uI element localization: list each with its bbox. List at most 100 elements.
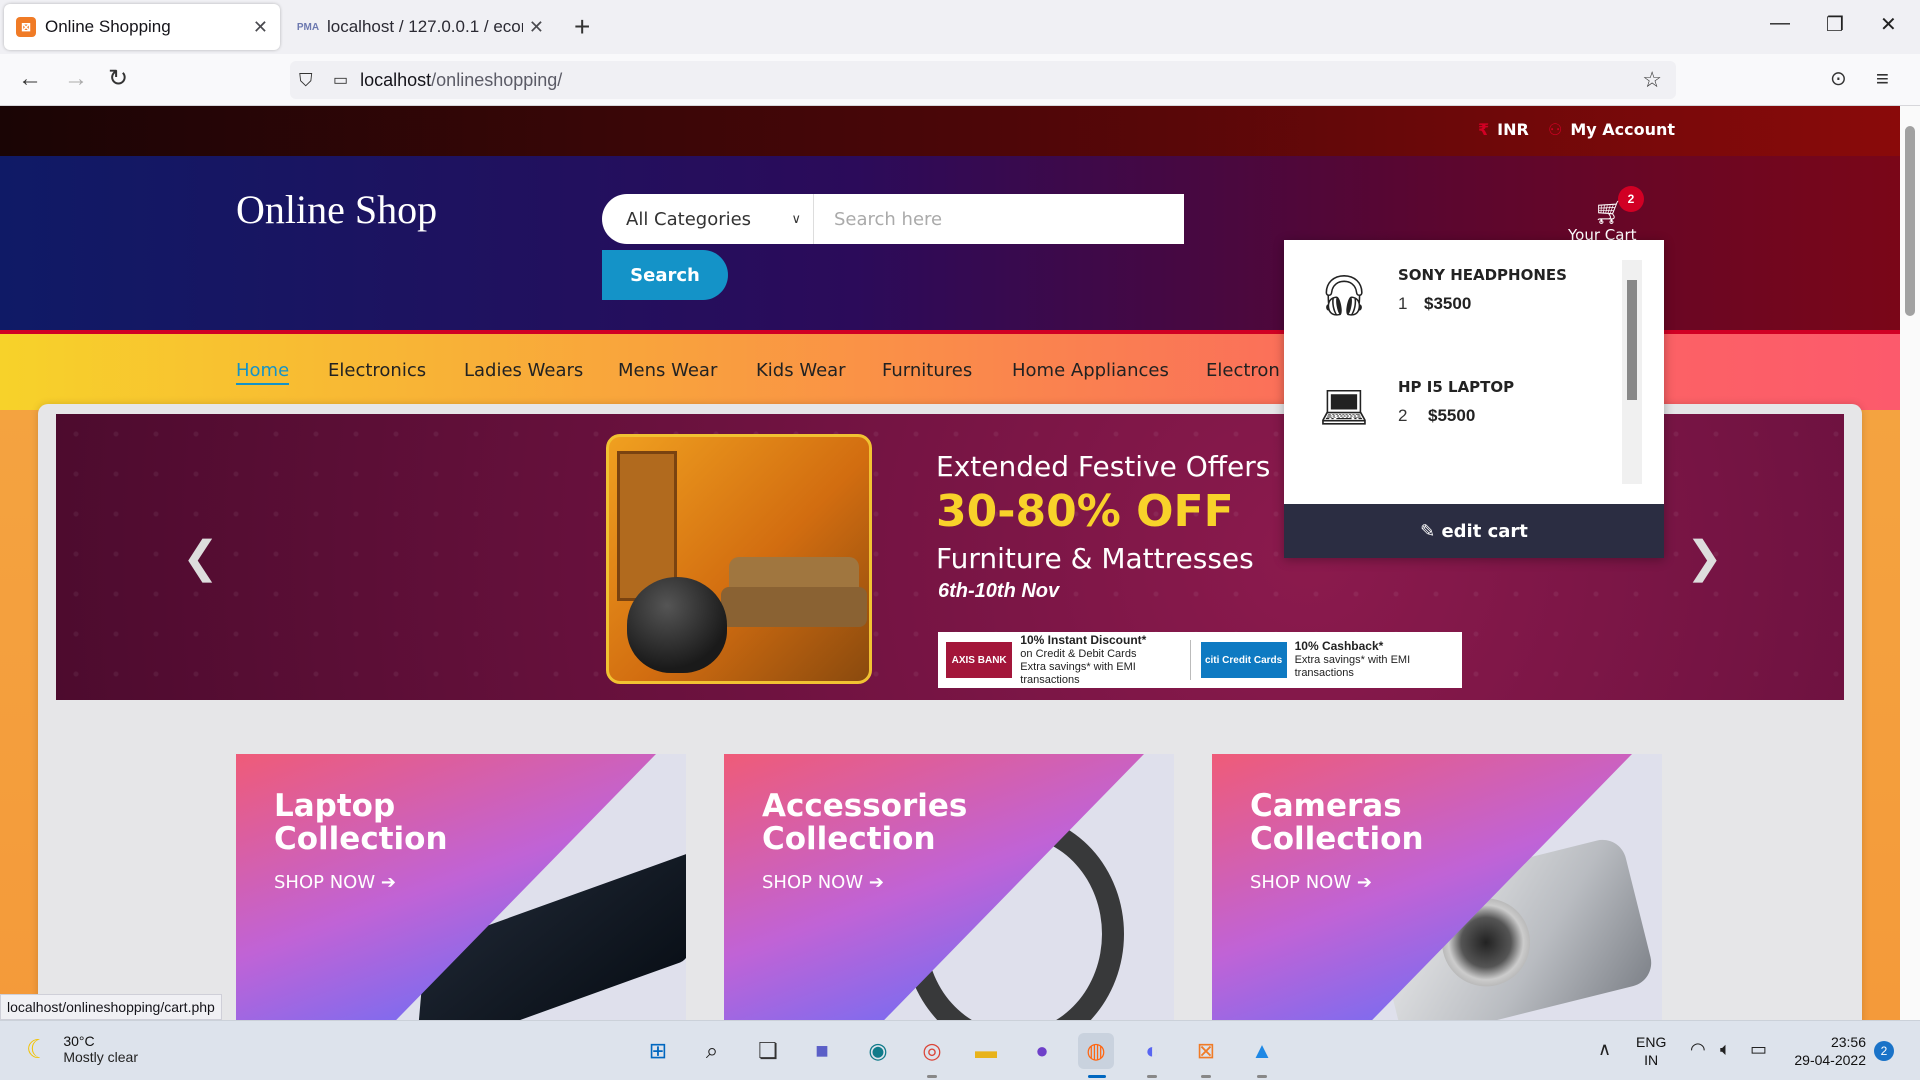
edge-icon[interactable]: ◉ — [860, 1033, 896, 1069]
currency-link[interactable]: ₹ INR — [1478, 120, 1529, 139]
category-select-value: All Categories — [626, 208, 752, 230]
cart-item[interactable]: 💻︎ HP I5 LAPTOP 2 $5500 — [1306, 372, 1626, 462]
nav-home-appliances[interactable]: Home Appliances — [1012, 360, 1169, 381]
nav-kids-wear[interactable]: Kids Wear — [756, 360, 846, 381]
sofa-seat-shape — [721, 587, 867, 627]
cameras-collection-card[interactable]: Cameras Collection SHOP NOW ➔ — [1212, 754, 1662, 1020]
close-window-icon[interactable]: ✕ — [1880, 12, 1897, 37]
shop-now-link[interactable]: SHOP NOW ➔ — [274, 872, 396, 893]
furniture-image — [606, 434, 872, 684]
offer1-text: 10% Instant Discount* on Credit & Debit … — [1020, 633, 1179, 687]
nav-mens-wear[interactable]: Mens Wear — [618, 360, 717, 381]
banner-discount: 30-80% OFF — [936, 486, 1234, 537]
cart-item-name[interactable]: SONY HEADPHONES — [1398, 266, 1567, 284]
bookmark-star-icon[interactable]: ☆ — [1642, 67, 1662, 93]
cart-scrollbar[interactable] — [1622, 260, 1642, 484]
wifi-icon[interactable]: ◠ — [1690, 1039, 1706, 1060]
new-tab-button[interactable]: + — [574, 10, 590, 44]
forward-icon[interactable]: → — [64, 65, 88, 93]
reload-icon[interactable]: ↻ — [108, 65, 128, 93]
running-indicator — [1201, 1075, 1211, 1078]
cart-scroll-thumb[interactable] — [1627, 280, 1637, 400]
phpmyadmin-icon: PMA — [296, 21, 320, 33]
rupee-icon: ₹ — [1478, 120, 1490, 139]
category-select[interactable]: All Categories ∨ — [602, 194, 814, 244]
github-icon[interactable]: ● — [1024, 1033, 1060, 1069]
running-indicator — [927, 1075, 937, 1078]
language-indicator[interactable]: ENG IN — [1636, 1033, 1666, 1069]
currency-label: INR — [1497, 120, 1529, 139]
arrow-circle-right-icon: ➔ — [1356, 872, 1372, 893]
cart-item-qty: 2 — [1398, 406, 1408, 425]
task-view-icon[interactable]: ❏ — [750, 1033, 786, 1069]
search-input[interactable]: Search here — [814, 194, 1184, 244]
windows-taskbar: ☾ 30°C Mostly clear ⊞ ⌕ ❏ ■ ◉ ◎ ▬ ● ◍ ◐ … — [0, 1020, 1920, 1080]
edit-icon: ✎ — [1420, 520, 1442, 542]
photos-icon[interactable]: ▲ — [1244, 1033, 1280, 1069]
tab-phpmyadmin[interactable]: PMA localhost / 127.0.0.1 / ecommerce ✕ — [286, 4, 556, 50]
search-button[interactable]: Search — [602, 250, 728, 300]
notification-badge[interactable]: 2 — [1874, 1041, 1894, 1061]
restore-icon[interactable]: ❐ — [1826, 12, 1844, 37]
cart-item-price: $3500 — [1424, 294, 1472, 313]
shop-now-link[interactable]: SHOP NOW ➔ — [1250, 872, 1372, 893]
offer2-title: 10% Cashback* — [1294, 639, 1384, 653]
show-hidden-icons[interactable]: ∧ — [1598, 1039, 1611, 1060]
nav-furnitures[interactable]: Furnitures — [882, 360, 972, 381]
nav-home[interactable]: Home — [236, 360, 290, 385]
menu-icon[interactable]: ≡ — [1876, 65, 1889, 93]
my-account-link[interactable]: ⚇ My Account — [1548, 120, 1675, 139]
carousel-next-icon[interactable]: ❯ — [1686, 532, 1723, 583]
system-clock[interactable]: 23:56 29-04-2022 — [1786, 1033, 1866, 1069]
temperature: 30°C — [63, 1033, 95, 1049]
back-icon[interactable]: ← — [18, 65, 42, 93]
region-code: IN — [1644, 1052, 1659, 1068]
chat-icon[interactable]: ■ — [804, 1033, 840, 1069]
clock-time: 23:56 — [1830, 1034, 1866, 1050]
url-bar[interactable]: ⛉ ▭ localhost/onlineshopping/ ☆ — [290, 61, 1676, 99]
page-scroll-thumb[interactable] — [1905, 126, 1915, 316]
discord-icon[interactable]: ◐ — [1134, 1033, 1170, 1069]
nav-electronics-2[interactable]: Electron — [1206, 360, 1280, 381]
user-icon: ⚇ — [1548, 120, 1563, 139]
moon-icon: ☾ — [26, 1033, 50, 1064]
close-tab-icon[interactable]: ✕ — [529, 17, 544, 38]
nav-ladies-wears[interactable]: Ladies Wears — [464, 360, 583, 381]
weather-widget[interactable]: ☾ 30°C Mostly clear — [26, 1033, 138, 1065]
carousel-prev-icon[interactable]: ❮ — [182, 532, 219, 583]
close-tab-icon[interactable]: ✕ — [253, 17, 268, 38]
start-icon[interactable]: ⊞ — [640, 1033, 676, 1069]
edit-cart-button[interactable]: ✎ edit cart — [1284, 504, 1664, 558]
laptop-collection-card[interactable]: Laptop Collection SHOP NOW ➔ — [236, 754, 686, 1020]
battery-icon[interactable]: ▭ — [1750, 1039, 1767, 1060]
search-icon[interactable]: ⌕ — [694, 1033, 730, 1069]
xampp-taskbar-icon[interactable]: ⊠ — [1188, 1033, 1224, 1069]
minimize-icon[interactable]: — — [1770, 12, 1790, 35]
cart-item-name[interactable]: HP I5 LAPTOP — [1398, 378, 1514, 396]
nav-electronics[interactable]: Electronics — [328, 360, 426, 381]
collection-title-line1: Laptop — [274, 788, 396, 824]
url-text[interactable]: localhost/onlineshopping/ — [360, 70, 562, 91]
firefox-icon[interactable]: ◍ — [1078, 1033, 1114, 1069]
tab-online-shopping[interactable]: ⊠ Online Shopping ✕ — [4, 4, 280, 50]
chrome-icon[interactable]: ◎ — [914, 1033, 950, 1069]
cart-dropdown: 🎧︎ SONY HEADPHONES 1 $3500 💻︎ HP I5 LAPT… — [1284, 240, 1664, 558]
headphones-icon: 🎧︎ — [1318, 273, 1370, 318]
page-info-icon[interactable]: ▭ — [333, 70, 348, 90]
shop-now-link[interactable]: SHOP NOW ➔ — [762, 872, 884, 893]
site-logo[interactable]: Online Shop — [236, 186, 437, 233]
cart-item[interactable]: 🎧︎ SONY HEADPHONES 1 $3500 — [1306, 260, 1626, 350]
offer1-sub1: on Credit & Debit Cards — [1020, 647, 1137, 660]
chevron-down-icon: ∨ — [791, 211, 801, 227]
volume-icon[interactable]: 🔈︎ — [1720, 1039, 1731, 1060]
axis-bank-logo: AXIS BANK — [946, 642, 1013, 678]
url-path: /onlineshopping/ — [431, 69, 563, 90]
file-explorer-icon[interactable]: ▬ — [968, 1033, 1004, 1069]
shield-icon[interactable]: ⛉ — [299, 70, 321, 91]
accessories-collection-card[interactable]: Accessories Collection SHOP NOW ➔ — [724, 754, 1174, 1020]
page-scrollbar[interactable] — [1900, 106, 1920, 1020]
clock-date: 29-04-2022 — [1794, 1052, 1866, 1068]
offer1-sub2: Extra savings* with EMI transactions — [1020, 660, 1136, 686]
banner-category: Furniture & Mattresses — [936, 542, 1254, 575]
pocket-icon[interactable]: ⊙ — [1830, 65, 1847, 93]
